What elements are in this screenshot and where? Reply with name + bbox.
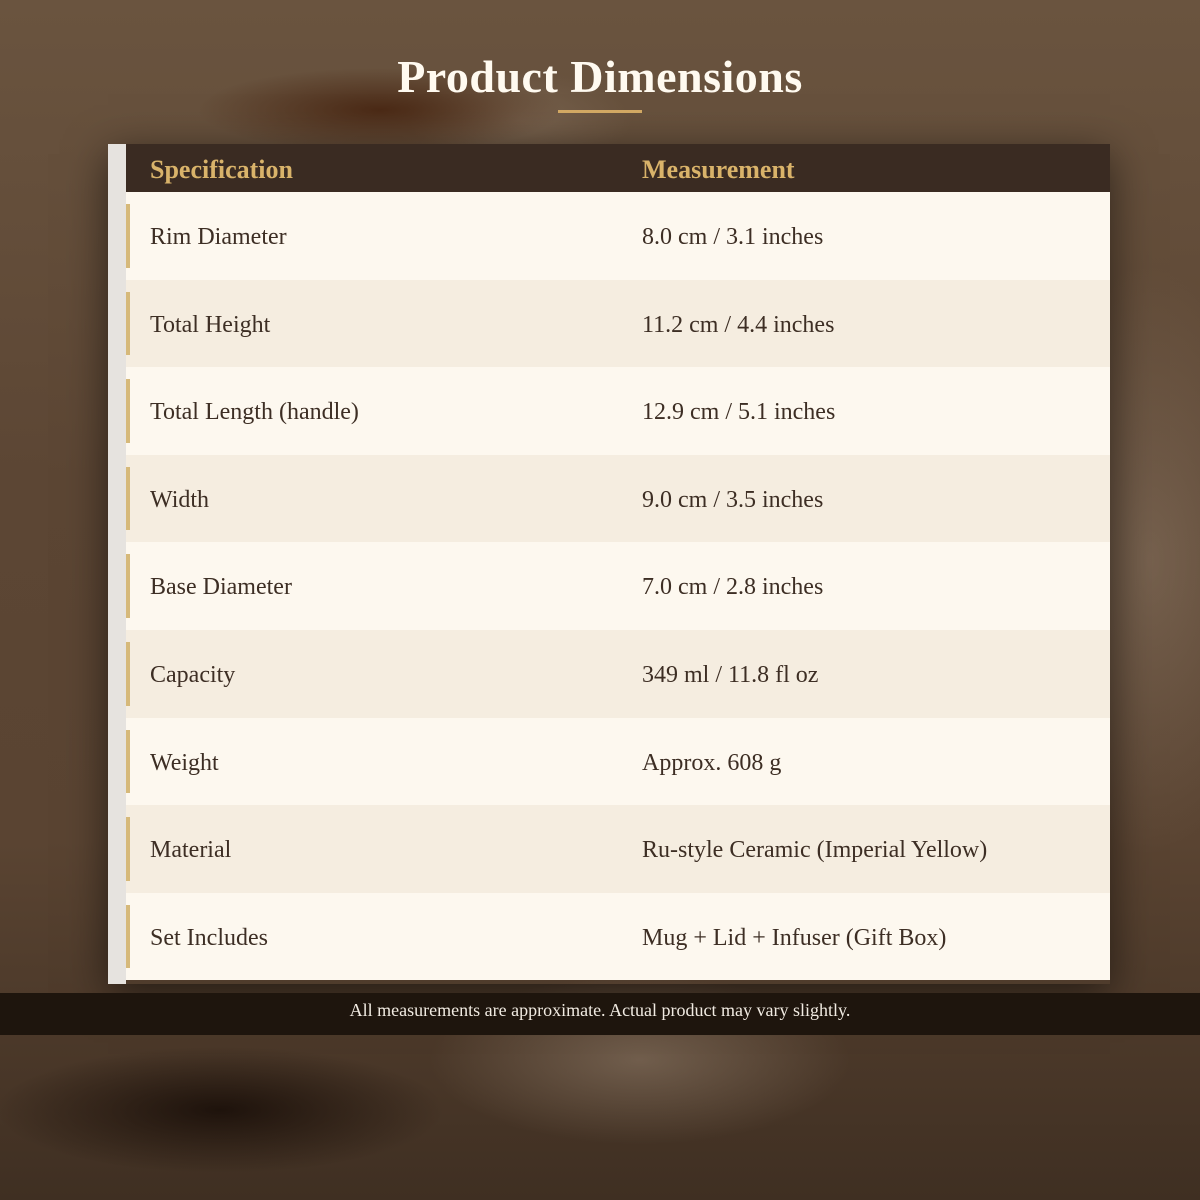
table-row: Width 9.0 cm / 3.5 inches — [126, 454, 1110, 543]
measurement-cell: Approx. 608 g — [642, 749, 782, 776]
spec-cell: Capacity — [150, 661, 236, 688]
measurement-cell: Mug + Lid + Infuser (Gift Box) — [642, 924, 947, 951]
row-accent-bar — [126, 641, 130, 706]
title-underline — [558, 110, 642, 113]
dimensions-table: Specification Measurement Rim Diameter 8… — [126, 144, 1110, 981]
spec-cell: Set Includes — [150, 924, 268, 951]
table-row: Weight Approx. 608 g — [126, 717, 1110, 806]
page-title: Product Dimensions — [397, 51, 803, 102]
row-accent-bar — [126, 291, 130, 356]
measurement-cell: Ru-style Ceramic (Imperial Yellow) — [642, 837, 988, 864]
table-row: Set Includes Mug + Lid + Infuser (Gift B… — [126, 892, 1110, 981]
table-row: Total Height 11.2 cm / 4.4 inches — [126, 279, 1110, 368]
measurement-cell: 12.9 cm / 5.1 inches — [642, 399, 836, 426]
row-accent-bar — [126, 817, 130, 881]
spec-cell: Total Length (handle) — [150, 399, 359, 426]
row-accent-bar — [126, 204, 130, 268]
spec-cell: Total Height — [150, 311, 271, 338]
measurement-cell: 349 ml / 11.8 fl oz — [642, 661, 819, 688]
row-accent-bar — [126, 466, 130, 531]
spec-cell: Base Diameter — [150, 574, 292, 601]
table-row: Capacity 349 ml / 11.8 fl oz — [126, 629, 1110, 718]
measurement-cell: 11.2 cm / 4.4 inches — [642, 311, 835, 338]
table-row: Base Diameter 7.0 cm / 2.8 inches — [126, 542, 1110, 630]
measurement-cell: 7.0 cm / 2.8 inches — [642, 574, 824, 601]
row-accent-bar — [126, 729, 130, 794]
measurement-cell: 8.0 cm / 3.1 inches — [642, 224, 824, 250]
table-card-edge — [108, 144, 126, 984]
row-accent-bar — [126, 904, 130, 969]
spec-cell: Rim Diameter — [150, 224, 287, 250]
header-specification: Specification — [150, 155, 293, 184]
spec-cell: Weight — [150, 749, 219, 776]
row-accent-bar — [126, 554, 130, 618]
table-header: Specification Measurement — [126, 144, 1110, 192]
table-row: Total Length (handle) 12.9 cm / 5.1 inch… — [126, 367, 1110, 455]
header-measurement: Measurement — [642, 155, 795, 184]
row-accent-bar — [126, 379, 130, 443]
disclaimer-footer: All measurements are approximate. Actual… — [0, 993, 1200, 1035]
table-row: Material Ru-style Ceramic (Imperial Yell… — [126, 805, 1110, 893]
table-row: Rim Diameter 8.0 cm / 3.1 inches — [126, 192, 1110, 280]
spec-cell: Width — [150, 486, 210, 513]
spec-cell: Material — [150, 837, 232, 864]
measurement-cell: 9.0 cm / 3.5 inches — [642, 486, 824, 513]
